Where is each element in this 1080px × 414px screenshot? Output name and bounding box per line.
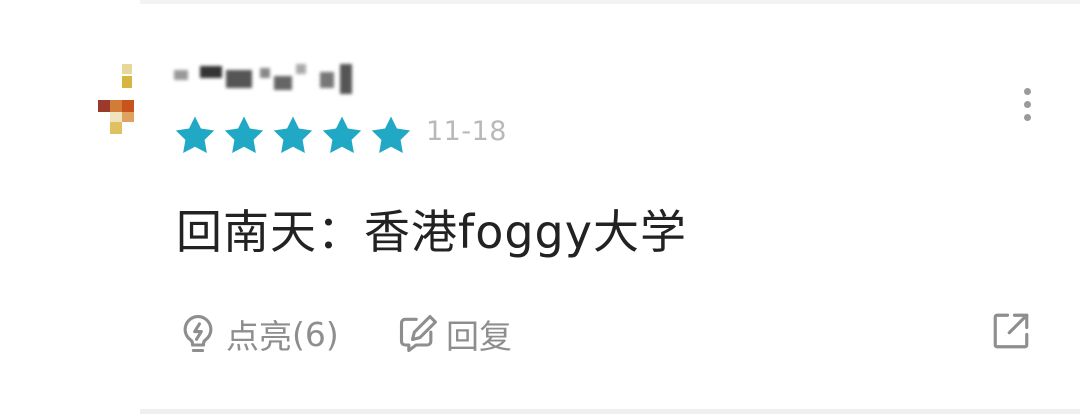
star-icon bbox=[270, 113, 316, 159]
more-vertical-icon[interactable] bbox=[1012, 84, 1044, 124]
rating-stars bbox=[172, 112, 417, 160]
edit-reply-icon bbox=[396, 312, 440, 356]
star-icon bbox=[172, 113, 218, 159]
reply-label: 回复 bbox=[446, 317, 512, 356]
comment-item: 11-18 回南天：香港foggy大学 点亮 (6) 回复 bbox=[0, 0, 1080, 414]
reply-button[interactable]: 回复 bbox=[396, 306, 512, 362]
lightbulb-icon bbox=[176, 312, 220, 356]
star-icon bbox=[221, 113, 267, 159]
like-label: 点亮 bbox=[226, 317, 292, 356]
username-blurred[interactable] bbox=[170, 62, 370, 102]
comment-content: 回南天：香港foggy大学 bbox=[176, 205, 687, 259]
share-external-icon[interactable] bbox=[990, 310, 1032, 352]
action-bar: 点亮 (6) 回复 bbox=[0, 306, 1080, 362]
star-icon bbox=[319, 113, 365, 159]
like-count: (6) bbox=[292, 314, 339, 354]
comment-date: 11-18 bbox=[426, 116, 507, 147]
like-button[interactable]: 点亮 (6) bbox=[176, 306, 339, 362]
star-icon bbox=[368, 113, 414, 159]
avatar[interactable] bbox=[98, 64, 138, 136]
bottom-divider bbox=[140, 409, 1080, 414]
